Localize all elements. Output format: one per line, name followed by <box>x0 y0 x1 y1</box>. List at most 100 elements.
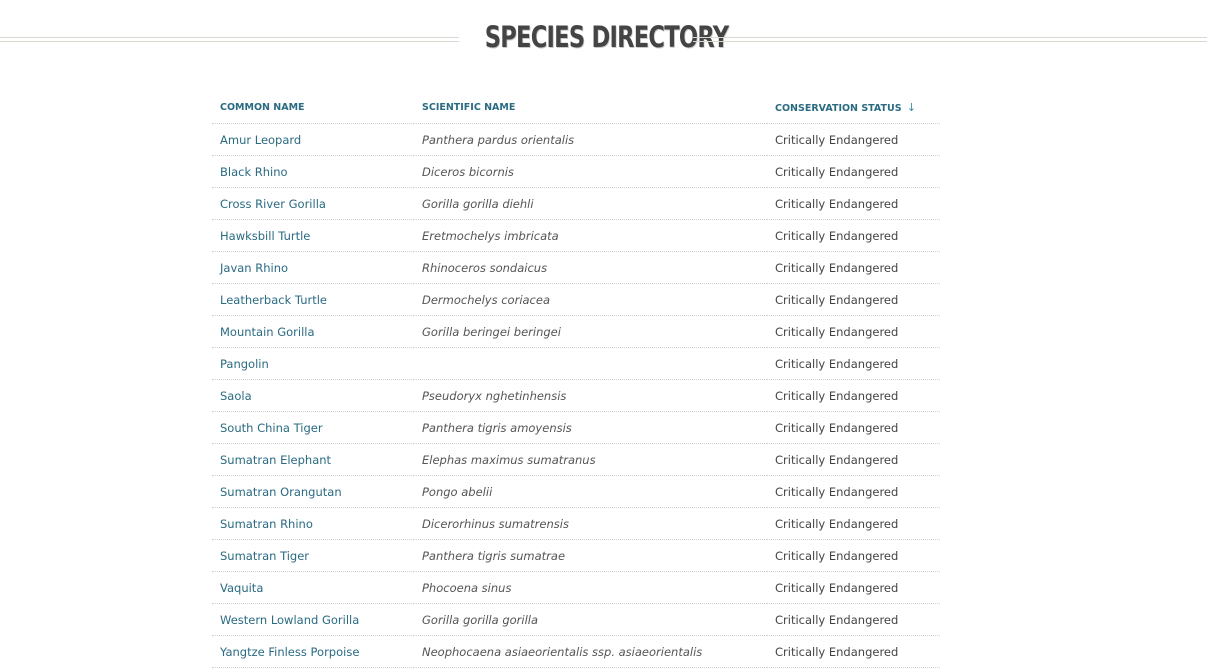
conservation-status-cell: Critically Endangered <box>767 347 940 380</box>
conservation-status-cell: Critically Endangered <box>767 603 940 636</box>
table-row: Cross River Gorilla Gorilla gorilla diehl… <box>212 187 940 220</box>
column-header-conservation-status-label: CONSERVATION STATUS <box>775 103 902 114</box>
common-name-cell: Amur Leopard <box>212 123 414 156</box>
species-directory-page: Species Directory COMMON NAME SCIENTIFIC… <box>0 0 1207 669</box>
table-header-row: COMMON NAME SCIENTIFIC NAME CONSERVATION… <box>212 92 940 124</box>
scientific-name-cell: Pseudoryx nghetinhensis <box>414 379 767 412</box>
column-header-common-name-label: COMMON NAME <box>220 102 305 113</box>
table-row: Sumatran Orangutan Pongo abelii Critically… <box>212 475 940 508</box>
common-name-cell: Cross River Gorilla <box>212 187 414 220</box>
table-row: Sumatran Rhino Dicerorhinus sumatrensis Cr… <box>212 507 940 540</box>
table-row: Hawksbill Turtle Eretmochelys imbricata Cr… <box>212 219 940 252</box>
scientific-name-cell: Elephas maximus sumatranus <box>414 443 767 476</box>
species-link[interactable]: Sumatran Rhino <box>220 517 313 531</box>
species-link[interactable]: Javan Rhino <box>220 261 288 275</box>
conservation-status-cell: Critically Endangered <box>767 443 940 476</box>
common-name-cell: Vaquita <box>212 571 414 604</box>
common-name-cell: Sumatran Tiger <box>212 539 414 572</box>
species-link[interactable]: Amur Leopard <box>220 133 301 147</box>
table-row: Vaquita Phocoena sinus Critically Endanger… <box>212 571 940 604</box>
page-header: Species Directory <box>0 18 1207 62</box>
sort-descending-icon: ↓ <box>906 101 917 114</box>
common-name-cell: Leatherback Turtle <box>212 283 414 316</box>
conservation-status-cell: Critically Endangered <box>767 155 940 188</box>
table-row: Sumatran Elephant Elephas maximus sumatra… <box>212 443 940 476</box>
species-link[interactable]: Hawksbill Turtle <box>220 229 310 243</box>
species-link[interactable]: Western Lowland Gorilla <box>220 613 359 627</box>
species-link[interactable]: Mountain Gorilla <box>220 325 315 339</box>
scientific-name-cell <box>414 347 767 380</box>
species-link[interactable]: Vaquita <box>220 581 263 595</box>
common-name-cell: Javan Rhino <box>212 251 414 284</box>
conservation-status-cell: Critically Endangered <box>767 251 940 284</box>
species-link[interactable]: Cross River Gorilla <box>220 197 326 211</box>
column-header-common-name[interactable]: COMMON NAME <box>212 92 414 124</box>
common-name-cell: Black Rhino <box>212 155 414 188</box>
table-row: Saola Pseudoryx nghetinhensis Critically E… <box>212 379 940 412</box>
scientific-name-cell: Rhinoceros sondaicus <box>414 251 767 284</box>
table-row: Mountain Gorilla Gorilla beringei beringe… <box>212 315 940 348</box>
species-link[interactable]: South China Tiger <box>220 421 323 435</box>
conservation-status-cell: Critically Endangered <box>767 379 940 412</box>
table-row: Yangtze Finless Porpoise Neophocaena asia… <box>212 635 940 668</box>
scientific-name-cell: Panthera pardus orientalis <box>414 123 767 156</box>
scientific-name-cell: Diceros bicornis <box>414 155 767 188</box>
table-row: Pangolin Critically Endangered <box>212 347 940 380</box>
column-header-scientific-name-label: SCIENTIFIC NAME <box>422 102 516 113</box>
table-row: South China Tiger Panthera tigris amoyens… <box>212 411 940 444</box>
conservation-status-cell: Critically Endangered <box>767 187 940 220</box>
table-row: Sumatran Tiger Panthera tigris sumatrae Cr… <box>212 539 940 572</box>
scientific-name-cell: Dicerorhinus sumatrensis <box>414 507 767 540</box>
conservation-status-cell: Critically Endangered <box>767 475 940 508</box>
scientific-name-cell: Gorilla gorilla diehli <box>414 187 767 220</box>
conservation-status-cell: Critically Endangered <box>767 539 940 572</box>
table-row: Western Lowland Gorilla Gorilla gorilla g… <box>212 603 940 636</box>
scientific-name-cell: Panthera tigris amoyensis <box>414 411 767 444</box>
title-divider-right <box>693 37 1207 42</box>
common-name-cell: Western Lowland Gorilla <box>212 603 414 636</box>
scientific-name-cell: Gorilla gorilla gorilla <box>414 603 767 636</box>
scientific-name-cell: Pongo abelii <box>414 475 767 508</box>
common-name-cell: Saola <box>212 379 414 412</box>
table-row: Leatherback Turtle Dermochelys coriacea Cr… <box>212 283 940 316</box>
column-header-scientific-name[interactable]: SCIENTIFIC NAME <box>414 92 767 124</box>
scientific-name-cell: Phocoena sinus <box>414 571 767 604</box>
common-name-cell: Sumatran Orangutan <box>212 475 414 508</box>
table-row: Amur Leopard Panthera pardus orientalis Cr… <box>212 123 940 156</box>
common-name-cell: Mountain Gorilla <box>212 315 414 348</box>
species-link[interactable]: Pangolin <box>220 357 269 371</box>
conservation-status-cell: Critically Endangered <box>767 571 940 604</box>
scientific-name-cell: Dermochelys coriacea <box>414 283 767 316</box>
species-link[interactable]: Sumatran Orangutan <box>220 485 342 499</box>
page-title: Species Directory <box>484 20 729 54</box>
conservation-status-cell: Critically Endangered <box>767 315 940 348</box>
species-table-body: Amur Leopard Panthera pardus orientalis Cr… <box>212 123 940 668</box>
conservation-status-cell: Critically Endangered <box>767 635 940 668</box>
common-name-cell: Sumatran Elephant <box>212 443 414 476</box>
scientific-name-cell: Panthera tigris sumatrae <box>414 539 767 572</box>
species-link[interactable]: Sumatran Tiger <box>220 549 309 563</box>
common-name-cell: South China Tiger <box>212 411 414 444</box>
conservation-status-cell: Critically Endangered <box>767 507 940 540</box>
common-name-cell: Hawksbill Turtle <box>212 219 414 252</box>
species-link[interactable]: Sumatran Elephant <box>220 453 331 467</box>
conservation-status-cell: Critically Endangered <box>767 219 940 252</box>
species-link[interactable]: Yangtze Finless Porpoise <box>220 645 359 659</box>
conservation-status-cell: Critically Endangered <box>767 123 940 156</box>
conservation-status-cell: Critically Endangered <box>767 411 940 444</box>
common-name-cell: Sumatran Rhino <box>212 507 414 540</box>
species-table: COMMON NAME SCIENTIFIC NAME CONSERVATION… <box>212 92 940 668</box>
common-name-cell: Yangtze Finless Porpoise <box>212 635 414 668</box>
title-divider-left <box>0 37 459 42</box>
scientific-name-cell: Gorilla beringei beringei <box>414 315 767 348</box>
common-name-cell: Pangolin <box>212 347 414 380</box>
species-link[interactable]: Saola <box>220 389 252 403</box>
scientific-name-cell: Neophocaena asiaeorientalis ssp. asiaeor… <box>414 635 767 668</box>
conservation-status-cell: Critically Endangered <box>767 283 940 316</box>
species-link[interactable]: Black Rhino <box>220 165 288 179</box>
species-link[interactable]: Leatherback Turtle <box>220 293 327 307</box>
table-row: Black Rhino Diceros bicornis Critically En… <box>212 155 940 188</box>
scientific-name-cell: Eretmochelys imbricata <box>414 219 767 252</box>
table-row: Javan Rhino Rhinoceros sondaicus Criticall… <box>212 251 940 284</box>
column-header-conservation-status[interactable]: CONSERVATION STATUS ↓ <box>767 92 940 124</box>
